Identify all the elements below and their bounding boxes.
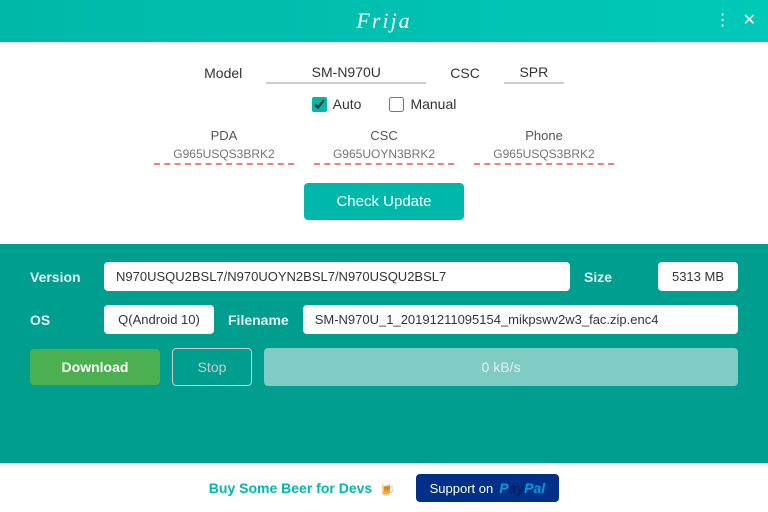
progress-text: 0 kB/s [482,359,521,375]
paypal-prefix: Support on [430,481,494,496]
csc2-input[interactable] [314,145,454,165]
auto-manual-row: Auto Manual [40,96,728,112]
csc2-label: CSC [370,128,397,143]
paypal-logo: PayPal [499,480,545,496]
manual-label: Manual [410,96,456,112]
bottom-panel: Version N970USQU2BSL7/N970UOYN2BSL7/N970… [0,244,768,463]
download-button[interactable]: Download [30,349,160,385]
auto-label: Auto [333,96,362,112]
check-update-button[interactable]: Check Update [304,183,463,220]
top-panel: Model CSC Auto Manual PDA CSC [0,42,768,244]
app-title: Frija [356,8,411,34]
pda-input[interactable] [154,145,294,165]
stop-button[interactable]: Stop [172,348,252,386]
filename-value: SM-N970U_1_20191211095154_mikpswv2w3_fac… [303,305,738,334]
model-input[interactable] [266,62,426,84]
window-controls: ⋮ ✕ [715,13,756,29]
size-value: 5313 MB [658,262,738,291]
title-bar: Frija ⋮ ✕ [0,0,768,42]
csc-label: CSC [450,65,480,81]
menu-button[interactable]: ⋮ [715,13,731,29]
os-value: Q(Android 10) [104,305,214,334]
version-size-row: Version N970USQU2BSL7/N970UOYN2BSL7/N970… [30,262,738,291]
manual-checkbox-label[interactable]: Manual [389,96,456,112]
phone-label: Phone [525,128,563,143]
os-filename-row: OS Q(Android 10) Filename SM-N970U_1_201… [30,305,738,334]
version-value: N970USQU2BSL7/N970UOYN2BSL7/N970USQU2BSL… [104,262,570,291]
size-label: Size [584,269,644,285]
phone-field: Phone [474,128,614,165]
main-content: Model CSC Auto Manual PDA CSC [0,42,768,463]
os-label: OS [30,312,90,328]
auto-checkbox[interactable] [312,97,327,112]
beer-emoji: 🍺 [378,480,395,497]
close-button[interactable]: ✕ [743,13,756,29]
paypal-button[interactable]: Support on PayPal [416,474,560,502]
pda-label: PDA [211,128,238,143]
model-csc-row: Model CSC [40,62,728,84]
version-label: Version [30,269,90,285]
beer-link[interactable]: Buy Some Beer for Devs 🍺 [209,480,396,497]
phone-input[interactable] [474,145,614,165]
csc-input[interactable] [504,62,564,84]
firmware-fields-row: PDA CSC Phone [40,128,728,165]
footer: Buy Some Beer for Devs 🍺 Support on PayP… [0,463,768,512]
progress-bar: 0 kB/s [264,348,738,386]
model-label: Model [204,65,242,81]
manual-checkbox[interactable] [389,97,404,112]
pda-field: PDA [154,128,294,165]
csc2-field: CSC [314,128,454,165]
auto-checkbox-label[interactable]: Auto [312,96,362,112]
beer-text: Buy Some Beer for Devs [209,480,372,496]
filename-label: Filename [228,312,289,328]
action-row: Download Stop 0 kB/s [30,348,738,386]
